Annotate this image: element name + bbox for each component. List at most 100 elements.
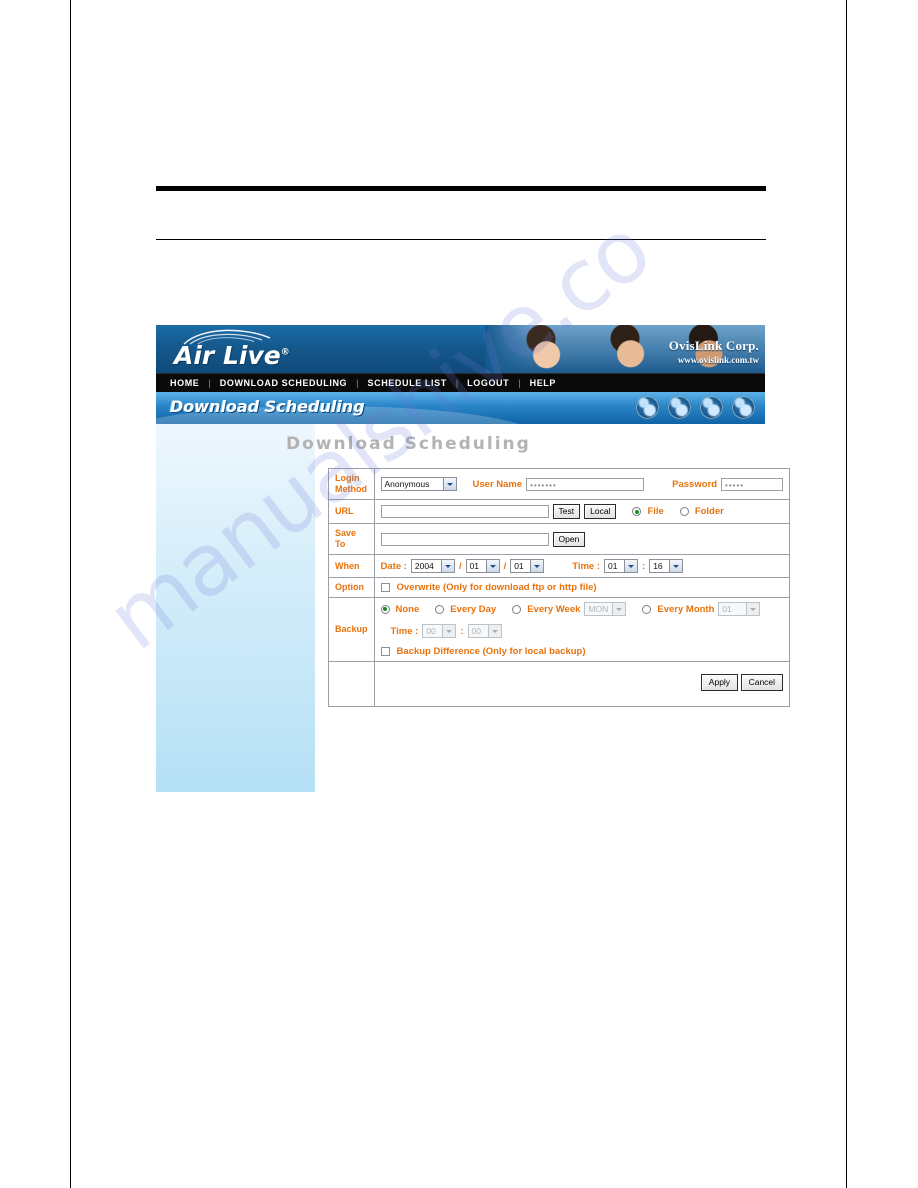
label-url: URL [328, 499, 375, 524]
backup-time-hour-select[interactable]: 00 [422, 624, 457, 638]
test-button[interactable]: Test [552, 504, 581, 519]
page-border-left [70, 0, 71, 1188]
backup-weekday-value: MON [588, 604, 609, 614]
label-save-to: Save To [328, 523, 375, 555]
open-button[interactable]: Open [552, 531, 586, 547]
globe-icon [668, 396, 691, 419]
backup-time-minute-value: 00 [471, 626, 481, 636]
chevron-down-icon [746, 603, 760, 615]
chevron-down-icon [530, 560, 544, 572]
backup-time-minute-select[interactable]: 00 [467, 624, 502, 638]
actions-spacer [328, 661, 375, 707]
date-day-select[interactable]: 01 [510, 559, 545, 573]
backup-every-month-radio[interactable] [642, 604, 652, 614]
cell-option: Overwrite (Only for download ftp or http… [373, 577, 791, 598]
nav-item-schedule-list[interactable]: SCHEDULE LIST [368, 378, 447, 388]
form-row-backup: Backup None Every Day Every Week MON Eve… [328, 597, 791, 662]
backup-monthday-value: 01 [722, 604, 732, 614]
sidebar-panel [156, 424, 315, 792]
time-minute-select[interactable]: 16 [649, 559, 684, 573]
login-method-select[interactable]: Anonymous [380, 477, 457, 491]
header-rule-thin [156, 239, 766, 240]
url-input[interactable] [380, 505, 549, 518]
apply-button[interactable]: Apply [700, 673, 739, 691]
backup-difference-checkbox[interactable] [380, 647, 390, 656]
web-ui-screenshot: Air Live® OvisLink Corp. www.ovislink.co… [156, 325, 791, 794]
password-input[interactable]: ••••• [721, 477, 784, 491]
overwrite-checkbox[interactable] [380, 583, 390, 592]
nav-item-logout[interactable]: LOGOUT [467, 378, 509, 388]
nav-separator: | [518, 378, 521, 388]
label-when: When [328, 554, 375, 578]
label-backup: Backup [328, 597, 375, 662]
chevron-down-icon [442, 478, 456, 490]
date-month-value: 01 [469, 561, 480, 571]
backup-every-day-radio[interactable] [435, 604, 445, 614]
label-overwrite: Overwrite (Only for download ftp or http… [396, 582, 597, 593]
globe-icon [700, 396, 723, 419]
label-time: Time : [572, 560, 601, 572]
file-radio[interactable] [632, 507, 642, 516]
page-title: Download Scheduling [170, 397, 365, 416]
nav-item-home[interactable]: HOME [170, 378, 199, 388]
airlive-wordmark: Air Live [174, 341, 281, 370]
globe-icon [636, 396, 659, 419]
backup-monthday-select[interactable]: 01 [718, 602, 761, 616]
chevron-down-icon [442, 625, 456, 637]
cancel-button[interactable]: Cancel [740, 673, 784, 691]
label-folder: Folder [694, 506, 724, 517]
user-name-input[interactable]: ••••••• [526, 477, 645, 491]
globe-icon [732, 396, 755, 419]
nav-item-download-scheduling[interactable]: DOWNLOAD SCHEDULING [220, 378, 347, 388]
date-separator: / [458, 560, 462, 572]
label-backup-none: None [395, 603, 420, 615]
time-hour-select[interactable]: 01 [604, 559, 639, 573]
backup-weekday-select[interactable]: MON [584, 602, 627, 616]
airlive-logo-text: Air Live® [174, 341, 290, 370]
registered-mark-icon: ® [280, 347, 290, 358]
nav-separator: | [455, 378, 459, 388]
nav-separator: | [208, 378, 211, 388]
label-option: Option [328, 577, 375, 598]
date-separator: / [503, 560, 507, 572]
backup-time-separator: : [460, 625, 464, 637]
cell-backup: None Every Day Every Week MON Every Mont… [373, 597, 791, 662]
nav-separator: | [356, 378, 359, 388]
cell-save-to: Open [373, 523, 791, 555]
label-date: Date : [380, 560, 407, 572]
chevron-down-icon [624, 560, 638, 572]
form-row-login-method: Login Method Anonymous User Name ••••••• [328, 468, 791, 500]
label-backup-every-month: Every Month [657, 603, 715, 615]
form-row-when: When Date : 2004 / 01 / 01 Time: 01: 1… [328, 554, 791, 578]
backup-every-week-radio[interactable] [512, 604, 522, 614]
site-banner: Air Live® OvisLink Corp. www.ovislink.co… [156, 325, 765, 373]
form-row-actions: Apply Cancel [328, 661, 791, 707]
label-backup-difference: Backup Difference (Only for local backup… [396, 646, 586, 657]
time-hour-value: 01 [608, 561, 618, 571]
form-row-save-to: Save To Open [328, 523, 791, 555]
cell-url: Test Local File Folder [373, 499, 791, 524]
corp-url: www.ovislink.com.tw [677, 355, 759, 365]
date-month-select[interactable]: 01 [465, 559, 500, 573]
login-method-value: Anonymous [384, 479, 430, 489]
cell-login-method: Anonymous User Name ••••••• Password •••… [373, 468, 791, 500]
download-scheduling-form: Login Method Anonymous User Name ••••••• [328, 468, 791, 707]
chevron-down-icon [612, 603, 626, 615]
date-year-value: 2004 [414, 561, 434, 571]
date-year-select[interactable]: 2004 [410, 559, 455, 573]
header-rule-thick [156, 186, 766, 191]
time-separator: : [642, 560, 646, 572]
page-body: Download Scheduling Login Method Anonymo… [156, 424, 791, 794]
save-to-input[interactable] [380, 532, 549, 546]
label-password: Password [672, 478, 718, 490]
local-button[interactable]: Local [584, 504, 617, 519]
label-user-name: User Name [472, 478, 523, 490]
chevron-down-icon [487, 625, 501, 637]
backup-none-radio[interactable] [380, 604, 390, 614]
nav-item-help[interactable]: HELP [530, 378, 556, 388]
main-navigation: HOME | DOWNLOAD SCHEDULING | SCHEDULE LI… [156, 373, 765, 392]
document-page: Air Live® OvisLink Corp. www.ovislink.co… [0, 0, 918, 1188]
cell-actions: Apply Cancel [373, 661, 791, 707]
date-day-value: 01 [514, 561, 524, 571]
folder-radio[interactable] [679, 507, 689, 516]
